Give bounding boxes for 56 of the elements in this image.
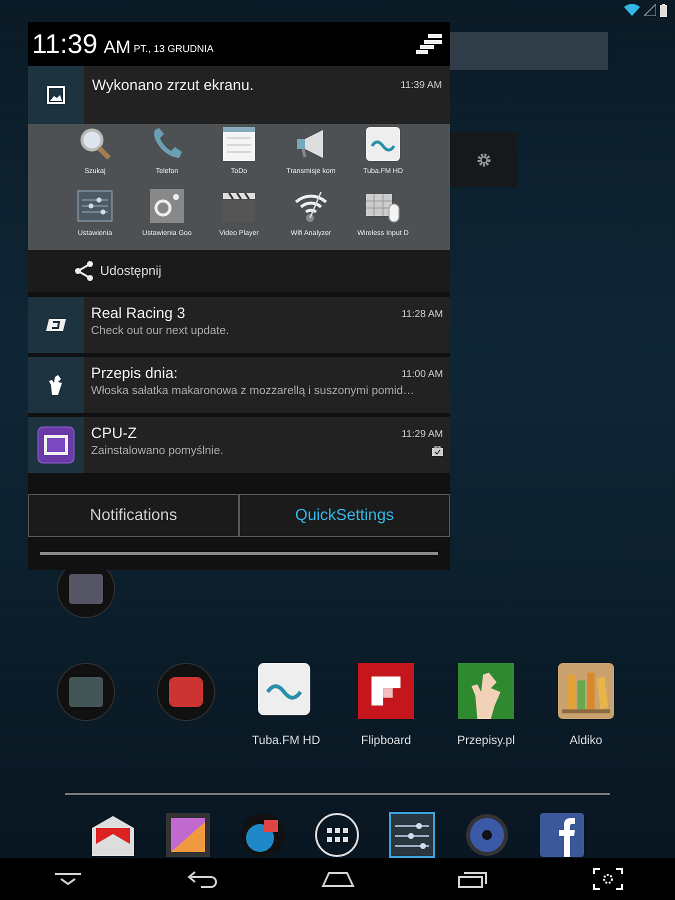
hand-icon (49, 375, 63, 395)
recent-apps-icon[interactable] (458, 870, 488, 888)
sliders-icon[interactable] (389, 812, 436, 858)
gear-tile-icon[interactable] (149, 188, 185, 224)
settings-icon[interactable] (416, 33, 442, 55)
share-button[interactable]: Udostępnij (100, 261, 162, 281)
tab[interactable]: QuickSettings (239, 494, 450, 537)
clock-time: 11:39 (32, 30, 98, 58)
facebook-logo-icon[interactable] (538, 812, 585, 858)
drag-handle[interactable] (40, 552, 438, 555)
hide-keyboard-icon[interactable] (54, 872, 80, 886)
wifi-icon (624, 4, 640, 16)
battery-icon (660, 4, 667, 16)
bookshelf-icon[interactable] (558, 663, 614, 719)
app-label: Tuba.FM HD (252, 732, 320, 749)
racing-logo-icon (46, 319, 66, 331)
tab[interactable]: Notifications (28, 494, 239, 537)
notification-text: Check out our next update. (91, 324, 230, 339)
notification-card[interactable]: CPU-Z 11:29 AM Zainstalowano pomyślnie. (28, 417, 450, 473)
app-drawer-icon[interactable] (314, 812, 360, 858)
home-icon[interactable] (320, 871, 354, 887)
speaker-icon[interactable] (464, 812, 510, 858)
sliders-icon[interactable] (77, 188, 113, 224)
notification-title: Wykonano zrzut ekranu. (92, 76, 254, 96)
notification-time: 11:39 AM (400, 79, 442, 93)
chip-logo-icon (37, 426, 75, 464)
flipboard-logo-icon[interactable] (358, 663, 414, 719)
hand-gesture-icon[interactable] (458, 663, 514, 719)
share-icon (74, 261, 94, 281)
back-icon[interactable] (186, 870, 218, 888)
notification-title: Real Racing 3 (91, 305, 186, 323)
notification-time: 11:28 AM (401, 308, 443, 322)
date-text: PT., 13 GRUDNIA (134, 42, 214, 56)
signal-icon (644, 4, 656, 16)
gear-icon (474, 150, 492, 168)
notification-card[interactable]: Real Racing 3 11:28 AM Check out our next update. (28, 297, 450, 353)
notification-time: 11:00 AM (401, 368, 443, 382)
screenshot-icon[interactable] (592, 868, 622, 890)
app-label: Aldiko (570, 732, 602, 749)
globe-icon[interactable] (240, 812, 286, 858)
notification-card[interactable]: Przepis dnia: 11:00 AM Włoska sałatka makaronowa z mozzarellą i suszonymi pomid… (28, 357, 450, 413)
app-label: Flipboard (360, 732, 412, 749)
app-label: Przepisy.pl (457, 732, 515, 749)
briefcase-check-icon (432, 446, 443, 456)
notification-text: Zainstalowano pomyślnie. (91, 444, 224, 459)
tuba-logo-icon[interactable] (365, 126, 401, 162)
picture-frame-icon[interactable] (164, 812, 211, 858)
widget-panel[interactable] (450, 132, 517, 187)
notification-text: Włoska sałatka makaronowa z mozzarellą i suszonymi pomid… (91, 384, 414, 399)
clock-ampm: AM (104, 38, 131, 56)
notification-title: CPU-Z (91, 425, 137, 443)
notification-time: 11:29 AM (401, 428, 443, 442)
image-icon (47, 86, 65, 104)
notification-title: Przepis dnia: (91, 365, 178, 383)
checklist-icon[interactable] (221, 126, 257, 162)
notification-card[interactable]: Wykonano zrzut ekranu. 11:39 AM (28, 66, 450, 124)
